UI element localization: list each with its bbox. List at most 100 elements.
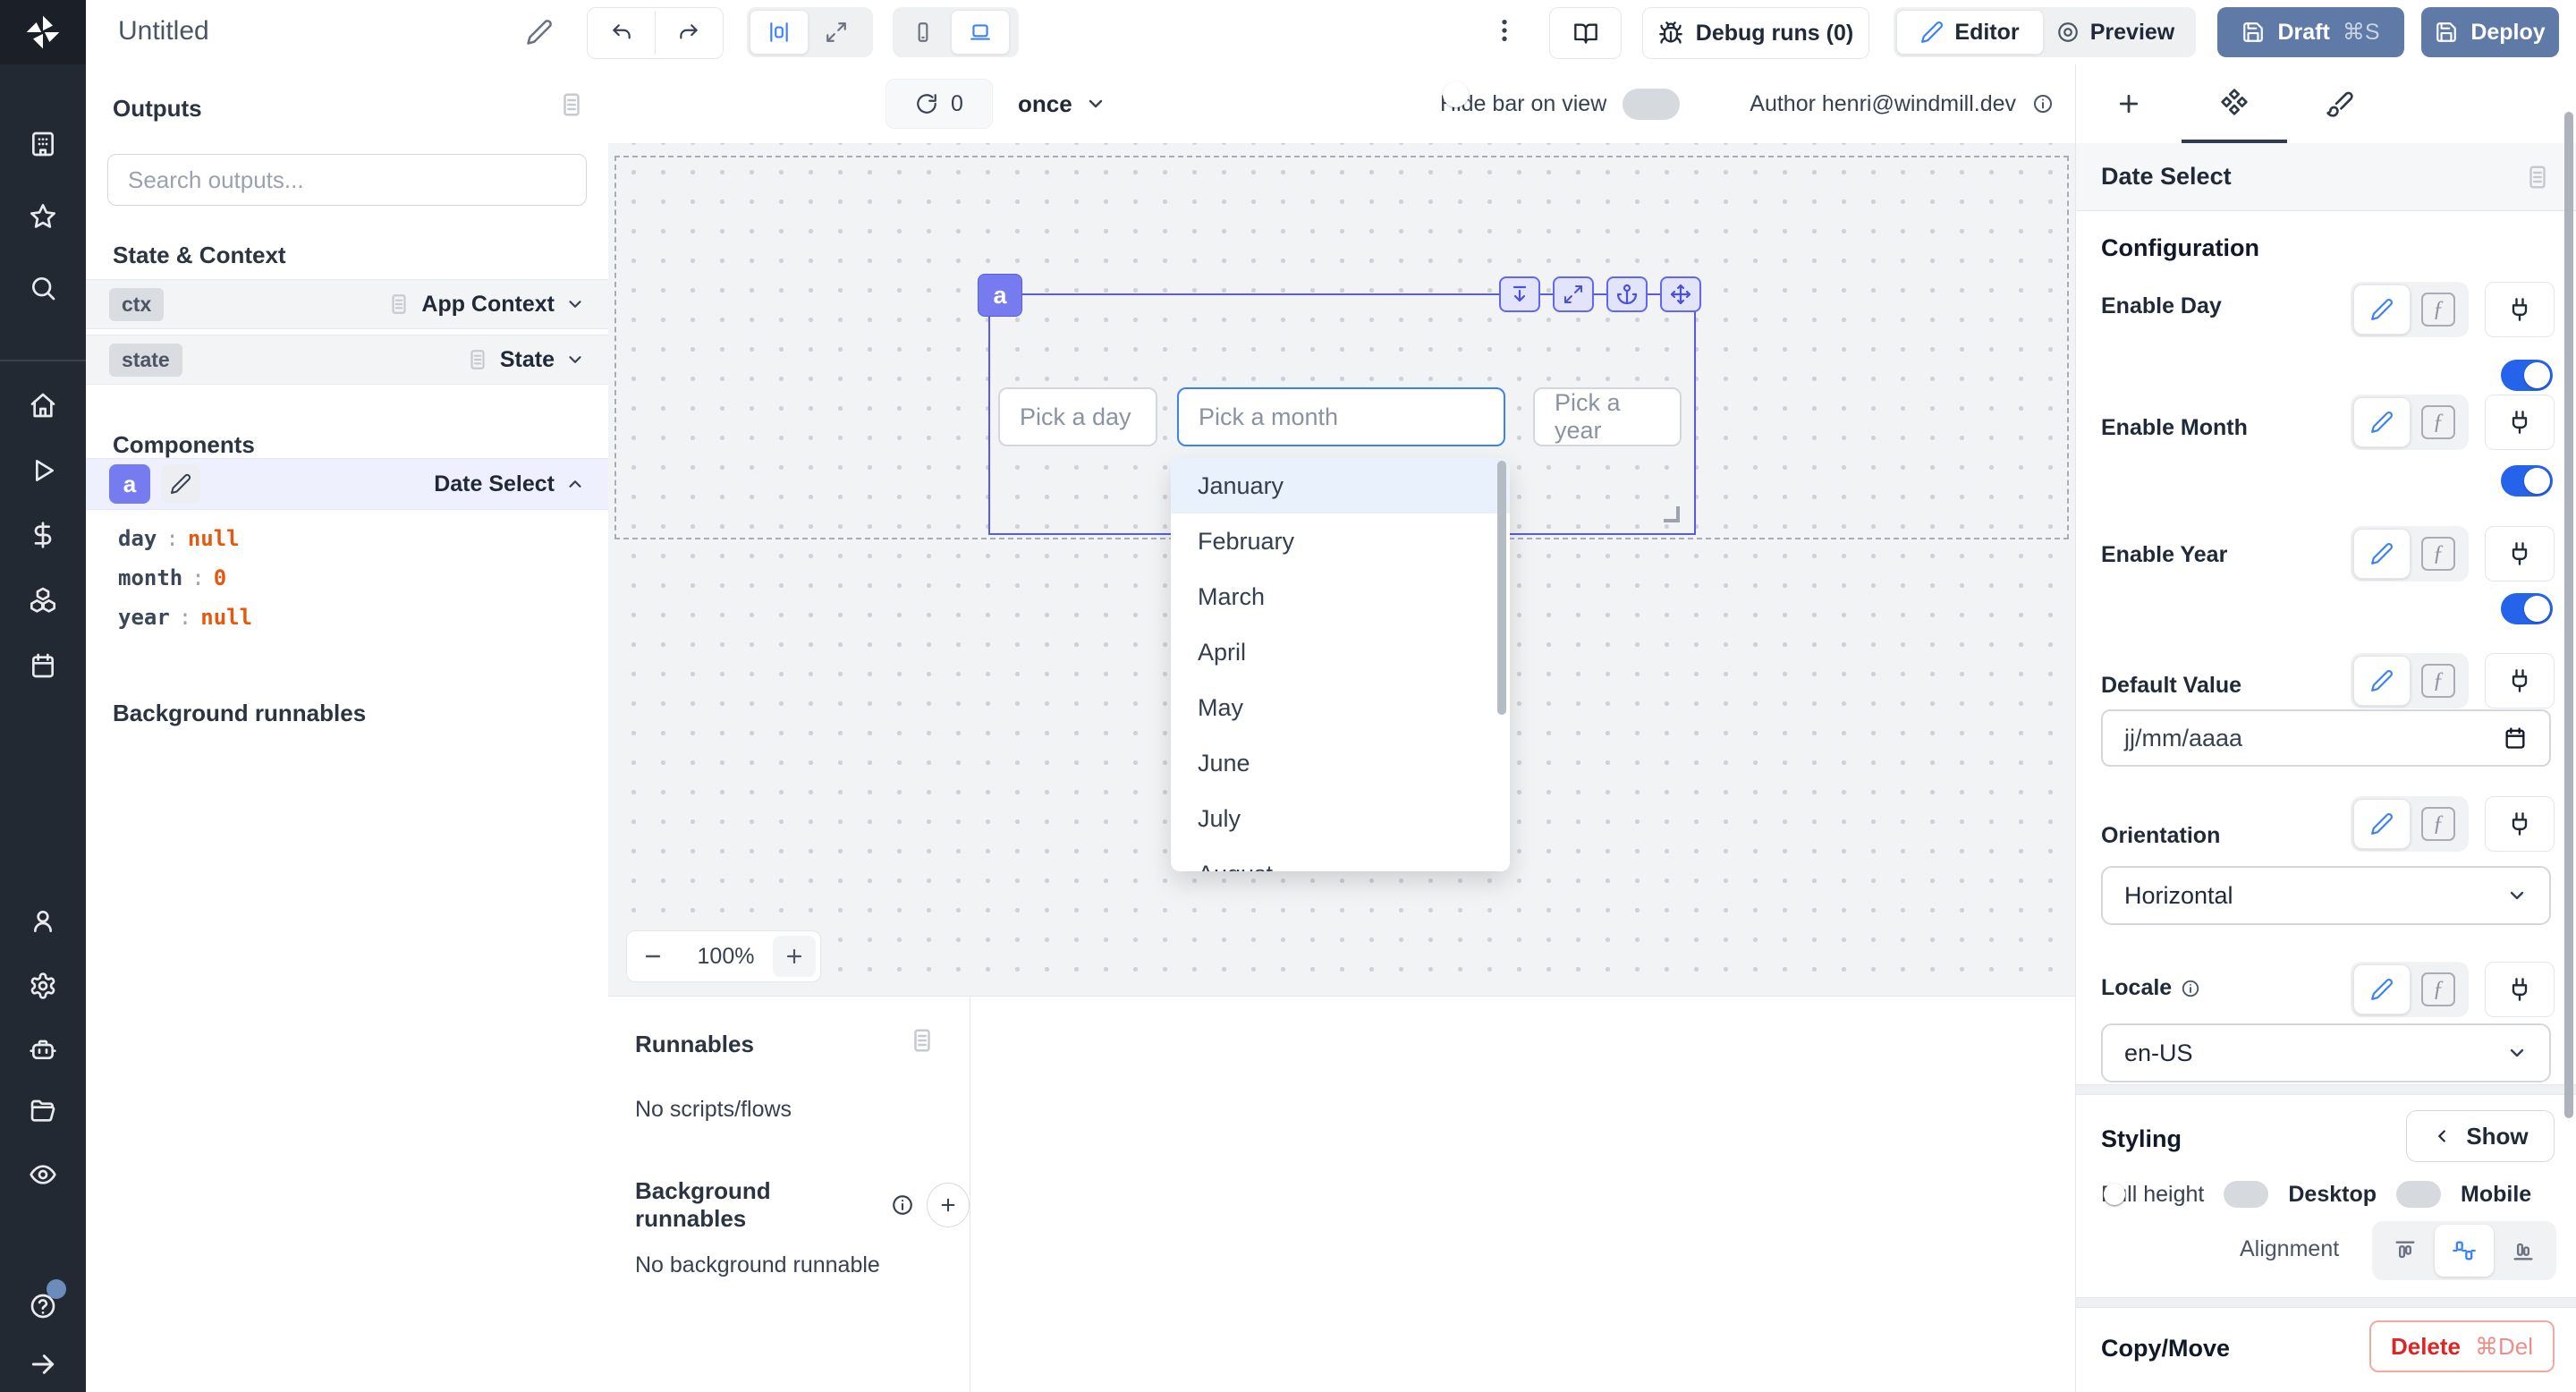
tab-component-settings[interactable] <box>2182 64 2287 143</box>
rail-item-schedules[interactable] <box>0 644 86 687</box>
static-input-button[interactable] <box>2353 964 2411 1014</box>
info-icon[interactable] <box>2181 979 2200 998</box>
javascript-input-button[interactable]: ƒ <box>2411 799 2466 849</box>
add-background-runnable-button[interactable] <box>927 1183 970 1227</box>
state-row[interactable]: state State <box>86 335 608 385</box>
rail-item-settings[interactable] <box>0 964 86 1007</box>
tab-insert-component[interactable] <box>2076 64 2182 143</box>
windmill-logo[interactable] <box>0 0 86 64</box>
rename-app-button[interactable] <box>526 19 553 46</box>
orientation-select[interactable]: Horizontal <box>2101 866 2551 925</box>
calendar-icon[interactable] <box>2503 726 2528 751</box>
month-select-input[interactable]: Pick a month <box>1177 387 1505 446</box>
year-select-input[interactable]: Pick a year <box>1533 387 1682 446</box>
rail-item-home[interactable] <box>0 384 86 427</box>
info-icon[interactable] <box>2032 93 2054 115</box>
static-input-button[interactable] <box>2353 656 2411 706</box>
rail-item-resources[interactable] <box>0 578 86 621</box>
connect-input-button[interactable] <box>2485 796 2555 852</box>
rail-item-help[interactable] <box>0 1285 86 1328</box>
rail-collapse-button[interactable] <box>0 1343 86 1386</box>
full-height-toggle[interactable] <box>2224 1181 2268 1208</box>
default-value-date-input[interactable]: jj/mm/aaaa <box>2101 709 2551 767</box>
javascript-input-button[interactable]: ƒ <box>2411 397 2466 447</box>
settings-scrollbar[interactable] <box>2564 112 2573 1118</box>
delete-component-button[interactable]: Delete ⌘Del <box>2369 1320 2555 1372</box>
anchor-button[interactable] <box>1606 276 1648 312</box>
show-styling-button[interactable]: Show <box>2406 1110 2555 1162</box>
align-top-button[interactable] <box>2376 1225 2435 1277</box>
month-option[interactable]: April <box>1171 624 1510 680</box>
dropdown-scrollbar[interactable] <box>1497 461 1506 715</box>
month-option[interactable]: February <box>1171 514 1510 569</box>
static-input-button[interactable] <box>2353 284 2411 335</box>
centered-layout-button[interactable] <box>750 10 809 55</box>
enable-year-toggle[interactable] <box>2501 593 2553 624</box>
rail-item-variables[interactable] <box>0 514 86 556</box>
app-canvas[interactable]: a Pick a day Pick a month Pick a year Ja… <box>608 143 2075 996</box>
month-option[interactable]: May <box>1171 680 1510 735</box>
rename-component-button[interactable] <box>161 464 200 504</box>
draft-button[interactable]: Draft ⌘S <box>2217 7 2404 57</box>
schedule-mode-dropdown[interactable]: once <box>1018 79 1106 129</box>
locale-select[interactable]: en-US <box>2101 1023 2551 1082</box>
rail-item-workspace[interactable] <box>0 123 86 166</box>
chevron-down-icon[interactable] <box>565 294 585 314</box>
undo-button[interactable] <box>588 12 656 55</box>
resize-handle[interactable] <box>1664 506 1680 522</box>
move-button[interactable] <box>1660 276 1701 312</box>
docs-button[interactable] <box>1549 7 1622 59</box>
javascript-input-button[interactable]: ƒ <box>2411 284 2466 335</box>
javascript-input-button[interactable]: ƒ <box>2411 656 2466 706</box>
connect-input-button[interactable] <box>2485 653 2555 709</box>
rail-item-users[interactable] <box>0 900 86 943</box>
runnables-doc-icon[interactable] <box>909 1027 936 1054</box>
static-input-button[interactable] <box>2353 397 2411 447</box>
rail-item-folders[interactable] <box>0 1091 86 1133</box>
chevron-up-icon[interactable] <box>565 474 585 494</box>
enable-day-toggle[interactable] <box>2501 360 2553 391</box>
connect-input-button[interactable] <box>2485 282 2555 337</box>
desktop-style-toggle[interactable] <box>2396 1181 2441 1208</box>
connect-input-button[interactable] <box>2485 526 2555 581</box>
month-option[interactable]: January <box>1171 458 1510 514</box>
javascript-input-button[interactable]: ƒ <box>2411 964 2466 1014</box>
debug-runs-button[interactable]: Debug runs (0) <box>1642 7 1869 59</box>
rail-item-favorites[interactable] <box>0 195 86 238</box>
mobile-view-button[interactable] <box>895 11 951 54</box>
chevron-down-icon[interactable] <box>565 350 585 369</box>
more-menu-button[interactable] <box>1490 16 1519 45</box>
connect-input-button[interactable] <box>2485 962 2555 1017</box>
ctx-row[interactable]: ctx App Context <box>86 279 608 329</box>
preview-tab[interactable]: Preview <box>2044 11 2187 54</box>
search-outputs-input[interactable] <box>107 154 587 206</box>
rail-item-search[interactable] <box>0 267 86 310</box>
hide-bar-toggle[interactable] <box>1623 89 1680 120</box>
expand-down-button[interactable] <box>1499 276 1540 312</box>
static-input-button[interactable] <box>2353 529 2411 579</box>
zoom-in-button[interactable] <box>773 936 816 977</box>
info-icon[interactable] <box>891 1193 914 1217</box>
refresh-button[interactable]: 0 <box>886 79 993 129</box>
fullsize-button[interactable] <box>1553 276 1594 312</box>
outputs-doc-icon[interactable] <box>558 91 585 118</box>
fullscreen-layout-button[interactable] <box>809 11 864 54</box>
static-input-button[interactable] <box>2353 799 2411 849</box>
javascript-input-button[interactable]: ƒ <box>2411 529 2466 579</box>
connect-input-button[interactable] <box>2485 395 2555 450</box>
month-option[interactable]: March <box>1171 569 1510 624</box>
rail-item-workers[interactable] <box>0 1027 86 1070</box>
rail-item-runs[interactable] <box>0 449 86 492</box>
align-bottom-button[interactable] <box>2494 1225 2553 1277</box>
month-option[interactable]: July <box>1171 791 1510 846</box>
deploy-button[interactable]: Deploy <box>2421 7 2559 57</box>
month-option[interactable]: August <box>1171 846 1510 871</box>
desktop-view-button[interactable] <box>951 10 1010 55</box>
tab-global-styling[interactable] <box>2287 64 2393 143</box>
editor-tab[interactable]: Editor <box>1896 10 2044 55</box>
component-list-row[interactable]: a Date Select <box>86 458 608 510</box>
day-select-input[interactable]: Pick a day <box>998 387 1157 446</box>
align-center-button[interactable] <box>2435 1225 2494 1277</box>
component-doc-icon[interactable] <box>2524 164 2551 191</box>
rail-item-audit[interactable] <box>0 1153 86 1196</box>
